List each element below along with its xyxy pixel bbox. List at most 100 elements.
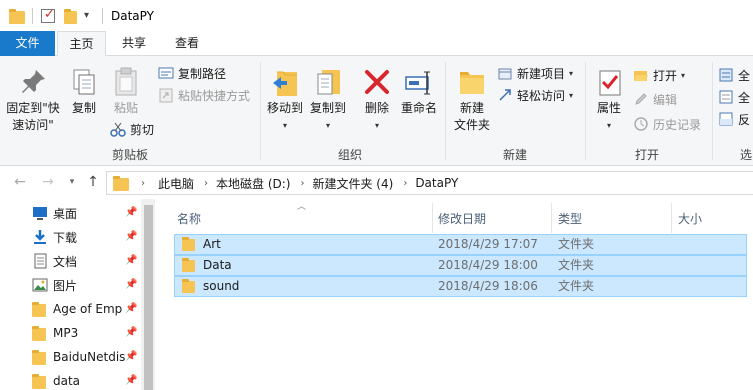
easy-access-label: 轻松访问 <box>517 88 566 103</box>
copy-to-label: 复制到 <box>309 101 346 115</box>
rename-button[interactable]: 重命名 <box>398 66 440 117</box>
new-folder-quick-icon[interactable] <box>64 8 80 24</box>
folder-icon <box>32 325 48 341</box>
file-name-cell: sound <box>182 277 239 296</box>
pin-icon[interactable]: 📌 <box>125 255 137 266</box>
folder-icon <box>32 301 48 317</box>
file-list: ︿ 名称 修改日期 类型 大小 Art 2018/4/29 17:07 文件夹 … <box>155 199 753 390</box>
history-button[interactable]: 历史记录 <box>633 114 701 134</box>
folder-icon <box>113 175 129 191</box>
customize-toolbar-dropdown-icon[interactable]: ▾ <box>84 8 100 24</box>
breadcrumb-drive[interactable]: 本地磁盘 (D:) <box>216 175 290 192</box>
back-arrow-icon[interactable]: ← <box>12 174 28 190</box>
title-bar: ▾ DataPY <box>0 0 753 31</box>
chevron-right-icon[interactable]: › <box>403 178 407 189</box>
easy-access-icon <box>497 87 513 103</box>
copy-to-dropdown-icon: ▾ <box>325 121 330 130</box>
open-folder-icon <box>633 67 649 83</box>
up-arrow-icon[interactable]: ↑ <box>85 174 101 190</box>
move-to-button[interactable]: 移动到 ▾ <box>265 66 305 134</box>
rename-icon <box>403 66 435 98</box>
pin-icon[interactable]: 📌 <box>125 207 137 218</box>
scrollbar-thumb[interactable] <box>144 205 153 390</box>
file-date: 2018/4/29 18:06 <box>438 279 538 293</box>
cut-button[interactable]: 剪切 <box>110 119 154 139</box>
column-header-date[interactable]: 修改日期 <box>431 205 549 233</box>
properties-check-icon[interactable] <box>41 7 55 23</box>
delete-x-icon <box>361 66 393 98</box>
copy-to-button[interactable]: 复制到 ▾ <box>308 66 348 134</box>
move-to-dropdown-icon: ▾ <box>282 121 287 130</box>
pin-icon[interactable]: 📌 <box>125 231 137 242</box>
new-folder-button[interactable]: 新建 文件夹 <box>450 66 494 134</box>
column-header-type[interactable]: 类型 <box>551 205 669 233</box>
paste-icon <box>110 66 142 98</box>
nav-item-label: 桌面 <box>53 206 78 221</box>
nav-item-label: 下载 <box>53 230 78 245</box>
folder-icon <box>32 373 48 389</box>
easy-access-dropdown-icon: ▾ <box>569 90 574 100</box>
edit-button[interactable]: 编辑 <box>633 89 677 109</box>
pin-icon[interactable]: 📌 <box>125 351 137 362</box>
select-none-button[interactable]: 全 <box>718 87 750 107</box>
tab-file[interactable]: 文件 <box>0 31 55 56</box>
chevron-right-icon[interactable]: › <box>300 178 304 189</box>
breadcrumb-parent-folder[interactable]: 新建文件夹 (4) <box>312 175 393 192</box>
easy-access-button[interactable]: 轻松访问 ▾ <box>497 85 573 105</box>
nav-item-label: 文档 <box>53 254 78 269</box>
copy-path-button[interactable]: 复制路径 <box>158 63 226 83</box>
open-dropdown-icon: ▾ <box>681 70 686 80</box>
tab-view[interactable]: 查看 <box>164 31 210 56</box>
chevron-right-icon[interactable]: › <box>141 178 145 189</box>
address-bar[interactable]: › 此电脑 › 本地磁盘 (D:) › 新建文件夹 (4) › DataPY <box>106 171 753 195</box>
invert-selection-label: 反 <box>738 112 751 127</box>
breadcrumb-this-pc[interactable]: 此电脑 <box>158 175 194 192</box>
properties-icon <box>593 66 625 98</box>
pin-icon[interactable]: 📌 <box>125 375 137 386</box>
forward-arrow-icon[interactable]: → <box>40 174 56 190</box>
file-type: 文件夹 <box>558 279 595 293</box>
paste-shortcut-button[interactable]: 粘贴快捷方式 <box>158 85 250 105</box>
download-icon <box>32 229 48 245</box>
new-item-label: 新建项目 <box>517 66 566 81</box>
select-all-button[interactable]: 全 <box>718 65 750 85</box>
table-row[interactable]: Data 2018/4/29 18:00 文件夹 <box>174 255 747 276</box>
file-name: Art <box>203 237 221 251</box>
group-label-select: 选 <box>740 148 753 162</box>
navigation-pane: 桌面 📌 下载 📌 文档 📌 图片 📌 Age of Emp 📌 MP3 📌 B… <box>0 199 155 390</box>
chevron-right-icon[interactable]: › <box>204 178 208 189</box>
pin-label-line1: 固定到"快 <box>6 101 60 115</box>
breadcrumb-current[interactable]: DataPY <box>415 176 458 190</box>
properties-label: 属性 <box>596 101 621 115</box>
table-row[interactable]: Art 2018/4/29 17:07 文件夹 <box>174 234 747 255</box>
tab-home[interactable]: 主页 <box>57 31 106 57</box>
group-label-clipboard: 剪贴板 <box>111 148 148 162</box>
pin-icon[interactable]: 📌 <box>125 303 137 314</box>
history-icon <box>633 116 649 132</box>
properties-button[interactable]: 属性 ▾ <box>590 66 628 134</box>
pin-icon[interactable]: 📌 <box>125 327 137 338</box>
folder-icon <box>9 8 25 24</box>
tab-share[interactable]: 共享 <box>111 31 157 56</box>
new-item-button[interactable]: 新建项目 ▾ <box>497 63 573 83</box>
move-to-icon <box>269 66 301 98</box>
file-name-cell: Data <box>182 256 232 275</box>
file-date: 2018/4/29 17:07 <box>438 237 538 251</box>
copy-button[interactable]: 复制 <box>66 66 102 117</box>
column-header-size[interactable]: 大小 <box>671 205 751 233</box>
new-item-icon <box>497 65 513 81</box>
column-header-name[interactable]: 名称 <box>170 205 432 233</box>
open-button[interactable]: 打开 ▾ <box>633 65 685 85</box>
file-type: 文件夹 <box>558 237 595 251</box>
recent-locations-dropdown-icon[interactable]: ▾ <box>64 174 80 190</box>
table-row[interactable]: sound 2018/4/29 18:06 文件夹 <box>174 276 747 297</box>
divider <box>712 62 713 160</box>
nav-scrollbar[interactable] <box>141 199 155 390</box>
pin-icon[interactable]: 📌 <box>125 279 137 290</box>
new-item-dropdown-icon: ▾ <box>569 68 574 78</box>
delete-button[interactable]: 删除 ▾ <box>359 66 395 134</box>
invert-selection-button[interactable]: 反 <box>718 109 750 129</box>
new-folder-label-line1: 新建 <box>459 101 484 115</box>
pin-to-quick-access-button[interactable]: 固定到"快 速访问" <box>4 66 62 134</box>
paste-button[interactable]: 粘贴 <box>108 66 144 117</box>
